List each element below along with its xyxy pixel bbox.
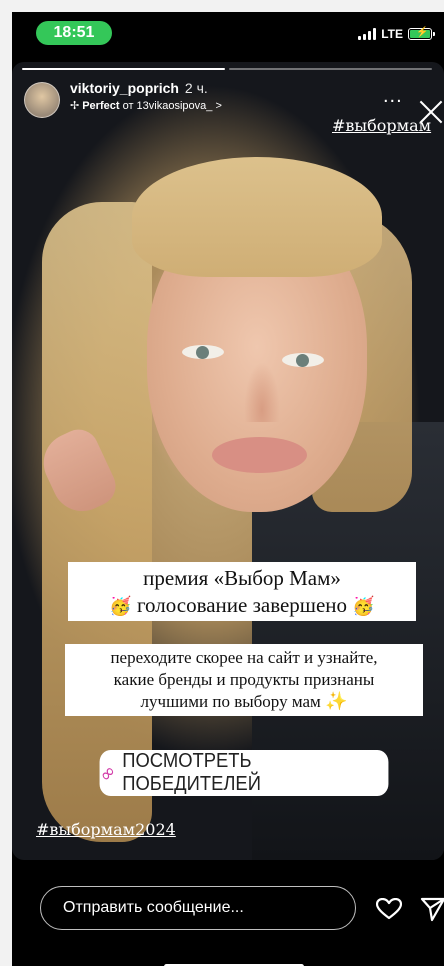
- signal-icon: [358, 28, 377, 40]
- party-emoji: 🥳: [352, 596, 375, 617]
- username[interactable]: viktoriy_poprich: [70, 80, 179, 96]
- caption-title: премия «Выбор Мам» 🥳 голосование заверше…: [68, 562, 416, 621]
- sparkles-emoji: ✨: [325, 691, 348, 712]
- more-options-button[interactable]: ...: [383, 86, 403, 106]
- chevron-right-icon: >: [215, 100, 222, 112]
- message-input[interactable]: Отправить сообщение...: [40, 886, 356, 930]
- hashtag-sticker-bottom[interactable]: #выбормам2024: [36, 820, 176, 839]
- caption-line: премия «Выбор Мам»: [143, 566, 341, 590]
- link-sticker-button[interactable]: ∞ ПОСМОТРЕТЬ ПОБЕДИТЕЛЕЙ: [94, 750, 389, 796]
- post-time: 2 ч.: [184, 80, 208, 96]
- status-time[interactable]: 18:51: [36, 21, 112, 45]
- caption-line: 🥳 голосование завершено 🥳: [109, 593, 375, 617]
- progress-segment: [22, 68, 225, 70]
- send-icon[interactable]: [420, 896, 444, 922]
- caption-line: какие бренды и продукты признаны: [113, 670, 375, 689]
- status-bar: 18:51 LTE ⚡: [12, 12, 444, 56]
- caption-body: переходите скорее на сайт и узнайте, как…: [65, 644, 423, 716]
- link-sticker-label: ПОСМОТРЕТЬ ПОБЕДИТЕЛЕЙ: [122, 750, 261, 795]
- caption-line: лучшими по выбору мам ✨: [140, 691, 348, 712]
- music-attribution[interactable]: ✢ Perfect от 13vikaosipova_ >: [70, 99, 222, 112]
- story-author: viktoriy_poprich 2 ч.: [70, 80, 208, 96]
- heart-icon[interactable]: [376, 898, 402, 920]
- battery-icon: ⚡: [408, 27, 435, 40]
- story-progress: [22, 68, 432, 71]
- phone-screen: 18:51 LTE ⚡ viktoriy_poprich 2 ч. ✢ Perfec…: [12, 12, 444, 966]
- hashtag-sticker-top[interactable]: #выбормам: [332, 116, 431, 135]
- avatar[interactable]: [24, 82, 60, 118]
- story-media[interactable]: [12, 62, 444, 860]
- network-label: LTE: [381, 27, 403, 41]
- caption-line: переходите скорее на сайт и узнайте,: [110, 648, 378, 667]
- message-placeholder: Отправить сообщение...: [63, 899, 244, 916]
- music-track: Perfect: [82, 100, 120, 112]
- status-indicators: LTE ⚡: [358, 25, 435, 43]
- party-emoji: 🥳: [109, 596, 132, 617]
- sparkle-icon: ✢: [70, 100, 80, 112]
- music-from: от 13vikaosipova_: [122, 100, 213, 112]
- progress-segment: [229, 68, 432, 70]
